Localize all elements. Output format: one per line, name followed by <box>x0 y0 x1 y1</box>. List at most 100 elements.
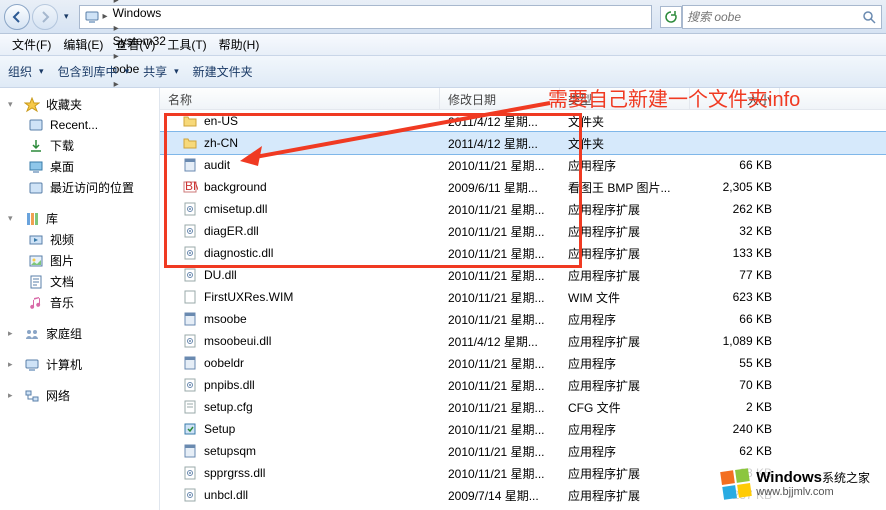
file-name: unbcl.dll <box>204 488 248 502</box>
organize-button[interactable]: 组织 <box>8 63 44 80</box>
sidebar-item[interactable]: 视频 <box>0 229 159 250</box>
nav-back-button[interactable] <box>4 4 30 30</box>
exe-icon <box>182 157 198 173</box>
menu-item[interactable]: 帮助(H) <box>213 34 266 55</box>
file-type: 应用程序 <box>560 353 690 374</box>
file-row[interactable]: zh-CN2011/4/12 星期...文件夹 <box>160 132 886 154</box>
column-name[interactable]: 名称 <box>160 88 440 109</box>
exe-icon <box>182 311 198 327</box>
file-name: Setup <box>204 422 235 436</box>
file-row[interactable]: setup.cfg2010/11/21 星期...CFG 文件2 KB <box>160 396 886 418</box>
breadcrumb[interactable]: ▸ 计算机▸系统 (C:)▸Windows▸System32▸oobe▸ <box>79 5 652 29</box>
menu-item[interactable]: 工具(T) <box>161 34 212 55</box>
sidebar-libraries[interactable]: ▾库 <box>0 208 159 229</box>
file-row[interactable]: Setup2010/11/21 星期...应用程序240 KB <box>160 418 886 440</box>
file-name: msoobeui.dll <box>204 334 271 348</box>
nav-history-dropdown[interactable]: ▾ <box>64 11 69 22</box>
sidebar-item[interactable]: 音乐 <box>0 292 159 313</box>
new-folder-button[interactable]: 新建文件夹 <box>193 63 253 80</box>
file-row[interactable]: oobeldr2010/11/21 星期...应用程序55 KB <box>160 352 886 374</box>
file-row[interactable]: msoobeui.dll2011/4/12 星期...应用程序扩展1,089 K… <box>160 330 886 352</box>
file-name: en-US <box>204 114 238 128</box>
column-size[interactable]: 大小 <box>690 88 780 109</box>
chevron-right-icon[interactable]: ▸ <box>100 11 111 22</box>
file-row[interactable]: setupsqm2010/11/21 星期...应用程序62 KB <box>160 440 886 462</box>
file-row[interactable]: msoobe2010/11/21 星期...应用程序66 KB <box>160 308 886 330</box>
sidebar-homegroup[interactable]: ▸家庭组 <box>0 323 159 344</box>
watermark-logo-icon <box>720 468 752 500</box>
include-in-library-button[interactable]: 包含到库中 <box>58 63 130 80</box>
sidebar-item-label: 下载 <box>50 137 74 154</box>
sidebar-favorites[interactable]: ▾收藏夹 <box>0 94 159 115</box>
file-type: 应用程序扩展 <box>560 485 690 506</box>
file-date: 2010/11/21 星期... <box>440 265 560 286</box>
sidebar-label: 家庭组 <box>46 325 82 342</box>
sidebar-item[interactable]: 最近访问的位置 <box>0 177 159 198</box>
sidebar-item-label: 图片 <box>50 252 74 269</box>
file-row[interactable]: DU.dll2010/11/21 星期...应用程序扩展77 KB <box>160 264 886 286</box>
file-date: 2010/11/21 星期... <box>440 309 560 330</box>
file-size: 2 KB <box>690 398 780 416</box>
doc-icon <box>28 274 44 290</box>
desktop-icon <box>28 159 44 175</box>
recent-icon <box>28 117 44 133</box>
sidebar-item-label: 桌面 <box>50 158 74 175</box>
file-date: 2010/11/21 星期... <box>440 397 560 418</box>
sidebar-network[interactable]: ▸网络 <box>0 385 159 406</box>
file-name: pnpibs.dll <box>204 378 255 392</box>
file-row[interactable]: audit2010/11/21 星期...应用程序66 KB <box>160 154 886 176</box>
sidebar-item[interactable]: 桌面 <box>0 156 159 177</box>
menu-item[interactable]: 查看(V) <box>109 34 161 55</box>
file-row[interactable]: BMPbackground2009/6/11 星期...看图王 BMP 图片..… <box>160 176 886 198</box>
sidebar-item[interactable]: 下载 <box>0 135 159 156</box>
favorites-icon <box>24 97 40 113</box>
expand-icon: ▸ <box>8 359 18 370</box>
column-date[interactable]: 修改日期 <box>440 88 560 109</box>
file-row[interactable]: cmisetup.dll2010/11/21 星期...应用程序扩展262 KB <box>160 198 886 220</box>
sidebar-item[interactable]: Recent... <box>0 115 159 135</box>
search-box[interactable] <box>682 5 882 29</box>
file-date: 2011/4/12 星期... <box>440 331 560 352</box>
sidebar-label: 库 <box>46 210 58 227</box>
file-name: diagnostic.dll <box>204 246 273 260</box>
chevron-right-icon[interactable]: ▸ <box>111 23 122 34</box>
column-headers: 名称 修改日期 类型 大小 <box>160 88 886 110</box>
column-type[interactable]: 类型 <box>560 88 690 109</box>
file-size <box>690 119 780 123</box>
menu-item[interactable]: 文件(F) <box>6 34 57 55</box>
file-name: DU.dll <box>204 268 237 282</box>
dll-icon <box>182 333 198 349</box>
file-size: 133 KB <box>690 244 780 262</box>
share-button[interactable]: 共享 <box>143 63 179 80</box>
search-input[interactable] <box>687 10 861 24</box>
network-icon <box>24 388 40 404</box>
breadcrumb-segment[interactable]: Windows <box>111 6 168 20</box>
file-size: 66 KB <box>690 310 780 328</box>
dll-icon <box>182 465 198 481</box>
file-date: 2010/11/21 星期... <box>440 287 560 308</box>
file-row[interactable]: FirstUXRes.WIM2010/11/21 星期...WIM 文件623 … <box>160 286 886 308</box>
file-date: 2010/11/21 星期... <box>440 353 560 374</box>
file-type: 文件夹 <box>560 133 690 154</box>
sidebar-item[interactable]: 图片 <box>0 250 159 271</box>
file-row[interactable]: en-US2011/4/12 星期...文件夹 <box>160 110 886 132</box>
refresh-button[interactable] <box>660 6 682 28</box>
file-type: 应用程序 <box>560 419 690 440</box>
file-row[interactable]: diagnostic.dll2010/11/21 星期...应用程序扩展133 … <box>160 242 886 264</box>
sidebar-item[interactable]: 文档 <box>0 271 159 292</box>
watermark-brand: Windows <box>756 469 822 486</box>
library-icon <box>24 211 40 227</box>
file-type: 应用程序扩展 <box>560 331 690 352</box>
dll-icon <box>182 267 198 283</box>
file-row[interactable]: pnpibs.dll2010/11/21 星期...应用程序扩展70 KB <box>160 374 886 396</box>
file-size: 2,305 KB <box>690 178 780 196</box>
file-row[interactable]: diagER.dll2010/11/21 星期...应用程序扩展32 KB <box>160 220 886 242</box>
sidebar-item-label: 文档 <box>50 273 74 290</box>
nav-forward-button[interactable] <box>32 4 58 30</box>
sidebar-computer[interactable]: ▸计算机 <box>0 354 159 375</box>
dll-icon <box>182 487 198 503</box>
menu-item[interactable]: 编辑(E) <box>57 34 109 55</box>
file-type: 应用程序扩展 <box>560 221 690 242</box>
file-size: 262 KB <box>690 200 780 218</box>
file-date: 2010/11/21 星期... <box>440 221 560 242</box>
